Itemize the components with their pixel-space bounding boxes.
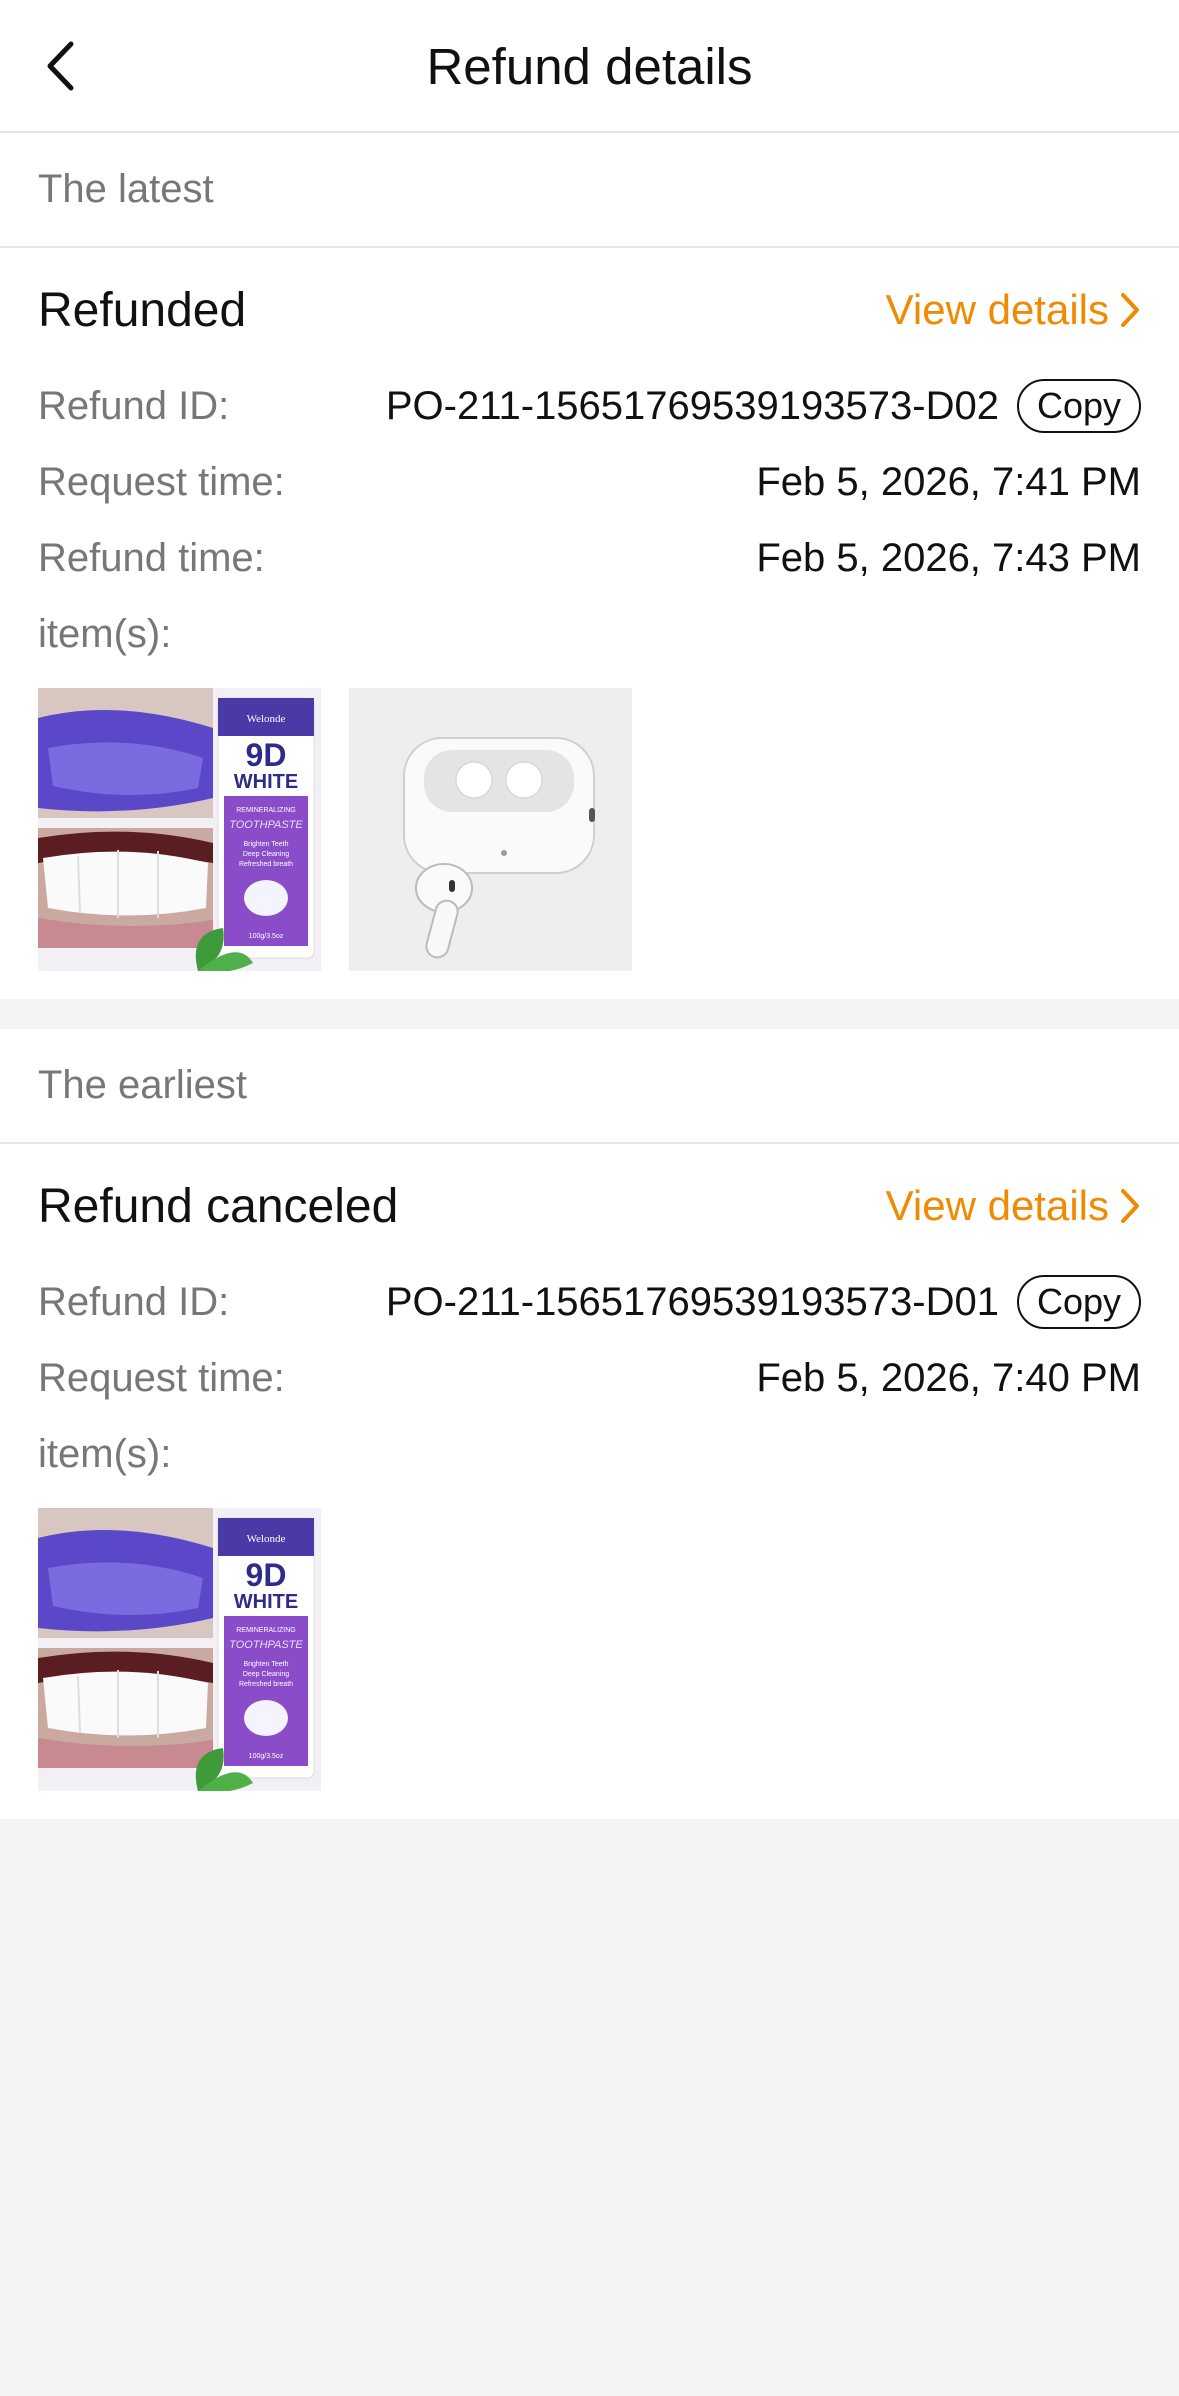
items-label: item(s): — [38, 611, 172, 656]
toothpaste-bullet-3: Refreshed breath — [239, 861, 293, 868]
toothpaste-subtitle: REMINERALIZING — [236, 1627, 296, 1634]
item-thumbnails: Welonde 9D WHITE REMINERALIZING TOOTHPAS… — [38, 1492, 1141, 1819]
toothpaste-bullet-1: Brighten Teeth — [243, 841, 288, 848]
refund-id-label: Refund ID: — [38, 1279, 230, 1324]
section-spacer — [0, 999, 1179, 1029]
toothpaste-brand: Welonde — [247, 1533, 286, 1545]
toothpaste-bullet-2: Deep Cleaning — [243, 851, 289, 858]
refund-id-value: PO-211-15651769539193573-D02 — [385, 383, 999, 428]
toothpaste-subtitle: REMINERALIZING — [236, 807, 296, 814]
view-details-link[interactable]: View details — [886, 1182, 1141, 1230]
toothpaste-type: TOOTHPASTE — [229, 1639, 303, 1651]
request-time-label: Request time: — [38, 1355, 285, 1400]
item-thumbnails: Welonde 9D WHITE REMINERALIZING TOOTHPAS… — [38, 672, 1141, 999]
toothpaste-bullet-1: Brighten Teeth — [243, 1661, 288, 1668]
refund-status: Refund canceled — [38, 1179, 399, 1233]
refund-time-label: Refund time: — [38, 535, 265, 580]
page-title: Refund details — [426, 38, 753, 95]
toothpaste-bullet-2: Deep Cleaning — [243, 1671, 289, 1678]
toothpaste-weight: 100g/3.5oz — [249, 933, 284, 940]
section-label-earliest: The earliest — [0, 1029, 1179, 1144]
refund-id-label: Refund ID: — [38, 383, 230, 428]
request-time-label: Request time: — [38, 459, 285, 504]
header: Refund details — [0, 0, 1179, 133]
refund-card-latest: Refunded View details Refund ID: PO-211-… — [0, 248, 1179, 999]
chevron-right-icon — [1121, 293, 1139, 327]
toothpaste-bullet-3: Refreshed breath — [239, 1681, 293, 1688]
request-time-value: Feb 5, 2026, 7:40 PM — [756, 1355, 1141, 1400]
view-details-label: View details — [885, 1182, 1109, 1229]
toothpaste-name-1: 9D — [246, 1557, 287, 1593]
refund-card-earliest: Refund canceled View details Refund ID: … — [0, 1144, 1179, 1819]
refund-id-value: PO-211-15651769539193573-D01 — [385, 1279, 999, 1324]
earbuds-thumbnail[interactable] — [349, 688, 632, 971]
toothpaste-weight: 100g/3.5oz — [249, 1753, 284, 1760]
refund-time-value: Feb 5, 2026, 7:43 PM — [756, 535, 1141, 580]
toothpaste-thumbnail[interactable]: Welonde 9D WHITE REMINERALIZING TOOTHPAS… — [38, 688, 321, 971]
items-label: item(s): — [38, 1431, 172, 1476]
toothpaste-type: TOOTHPASTE — [229, 819, 303, 831]
toothpaste-brand: Welonde — [247, 713, 286, 725]
refund-status: Refunded — [38, 283, 247, 337]
toothpaste-name-2: WHITE — [234, 771, 298, 793]
toothpaste-name-2: WHITE — [234, 1591, 298, 1613]
view-details-label: View details — [885, 286, 1109, 333]
section-label-latest: The latest — [0, 133, 1179, 248]
view-details-link[interactable]: View details — [886, 286, 1141, 334]
copy-button[interactable]: Copy — [1016, 1275, 1141, 1329]
toothpaste-name-1: 9D — [246, 737, 287, 773]
chevron-right-icon — [1121, 1189, 1139, 1223]
toothpaste-thumbnail[interactable]: Welonde 9D WHITE REMINERALIZING TOOTHPAS… — [38, 1508, 321, 1791]
copy-button[interactable]: Copy — [1016, 379, 1141, 433]
request-time-value: Feb 5, 2026, 7:41 PM — [756, 459, 1141, 504]
